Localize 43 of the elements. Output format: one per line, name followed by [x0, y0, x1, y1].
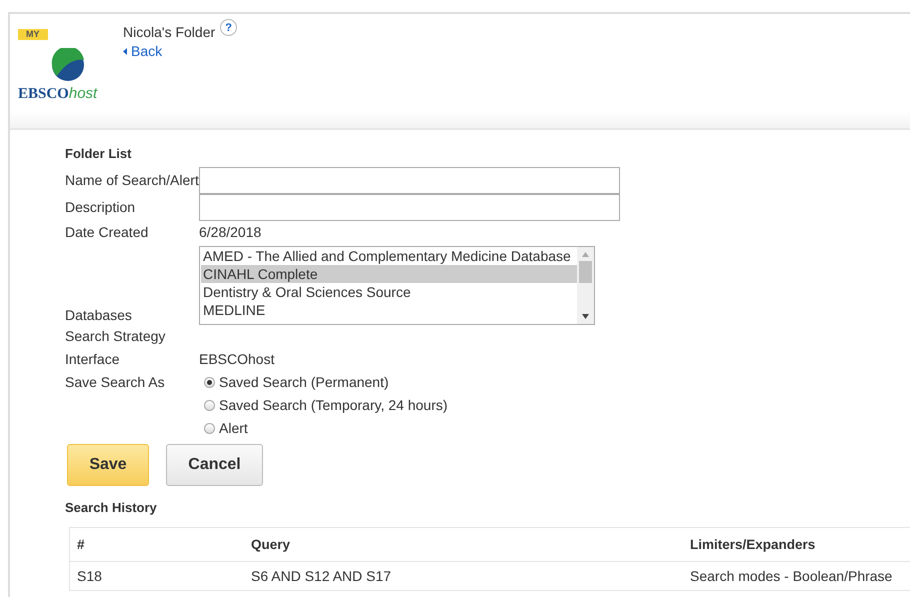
- radio-option[interactable]: Saved Search (Temporary, 24 hours): [204, 394, 910, 417]
- field-label: Name of Search/Alert: [65, 171, 199, 190]
- field-label: Description: [65, 198, 136, 217]
- caret-icon: [123, 48, 127, 54]
- scroll-up-icon[interactable]: [582, 252, 589, 257]
- radio-button[interactable]: [204, 423, 215, 434]
- name-field[interactable]: [199, 167, 620, 194]
- scroll-down-icon[interactable]: [582, 314, 589, 319]
- radio-button[interactable]: [204, 400, 215, 411]
- database-option[interactable]: CINAHL Complete: [201, 265, 577, 283]
- help-icon[interactable]: ?: [220, 19, 238, 36]
- field-label: Save Search As: [65, 373, 166, 392]
- table-cell: S18: [70, 562, 244, 590]
- field-label: Search Strategy: [65, 327, 166, 346]
- database-option[interactable]: AMED - The Allied and Complementary Medicine Database: [201, 247, 577, 265]
- section-title: Folder List: [65, 146, 132, 161]
- database-option[interactable]: MEDLINE: [201, 301, 577, 319]
- back-link[interactable]: Back: [123, 43, 162, 59]
- cancel-button[interactable]: Cancel: [166, 444, 263, 486]
- interface-value: EBSCOhost: [199, 350, 276, 369]
- column-header: Query: [244, 528, 683, 562]
- radio-option[interactable]: Saved Search (Permanent): [204, 371, 910, 394]
- radio-option[interactable]: Alert: [204, 417, 910, 440]
- section-title: Search History: [65, 500, 158, 515]
- field-label: Interface: [65, 350, 120, 369]
- scrollbar-thumb[interactable]: [579, 261, 592, 283]
- my-badge: MY: [18, 29, 48, 40]
- logo-text: EBSCOhost: [18, 85, 98, 103]
- field-label: Databases: [65, 306, 133, 325]
- databases-listbox[interactable]: AMED - The Allied and Complementary Medicine Database CINAHL Complete Dentistry & Oral Sciences Source MEDLINE: [199, 246, 595, 325]
- description-field[interactable]: [199, 194, 620, 221]
- radio-button[interactable]: [204, 377, 215, 388]
- field-label: Date Created: [65, 223, 150, 242]
- date-value: 6/28/2018: [199, 223, 262, 242]
- folder-title: Nicola's Folder: [123, 23, 216, 40]
- save-button[interactable]: Save: [67, 444, 149, 486]
- table-cell: S6 AND S12 AND S17: [244, 562, 683, 590]
- globe-logo-icon: [51, 48, 85, 82]
- table-cell: Search modes - Boolean/Phrase: [683, 562, 910, 590]
- scrollbar[interactable]: [577, 247, 594, 324]
- database-option[interactable]: Dentistry & Oral Sciences Source: [201, 283, 577, 301]
- column-header: #: [70, 528, 244, 562]
- column-header: Limiters/Expanders: [683, 528, 910, 562]
